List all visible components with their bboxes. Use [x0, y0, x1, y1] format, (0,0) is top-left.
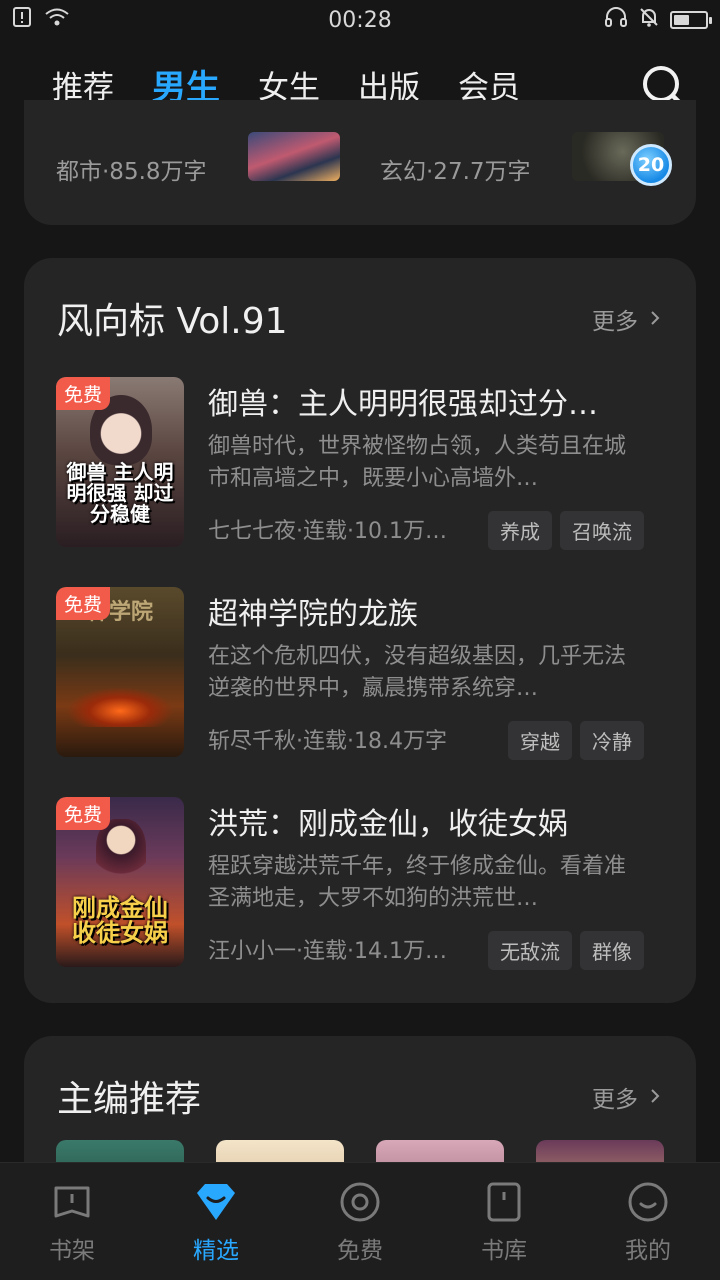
cover-title: 刚成金仙 收徒女娲 [72, 892, 168, 947]
book-cover: 刚成金仙 收徒女娲 免费 [56, 797, 184, 967]
nav-label: 我的 [625, 1238, 671, 1264]
tag[interactable]: 穿越 [508, 721, 572, 760]
book-open-icon [54, 1186, 90, 1218]
section-title: 风向标 Vol.91 [57, 301, 288, 342]
wifi-icon [44, 7, 70, 33]
rank-badge: 20 [630, 144, 672, 186]
more-label: 更多 [592, 309, 638, 335]
nav-featured[interactable]: 精选 [144, 1163, 288, 1280]
tag-list: 穿越 冷静 [508, 721, 644, 760]
list-item[interactable]: 神学院 免费 超神学院的龙族 在这个危机四伏，没有超级基因，几乎无法逆袭的世界中… [56, 587, 666, 760]
section-title: 主编推荐 [57, 1079, 202, 1120]
mute-bell-icon [638, 6, 660, 34]
bottom-navigation: 书架 精选 免费 书库 我的 [0, 1162, 720, 1280]
book-meta: 七七七夜·连载·10.1万… [208, 519, 447, 544]
free-badge: 免费 [56, 797, 111, 830]
tag[interactable]: 群像 [580, 931, 644, 970]
more-link[interactable]: 更多 [592, 302, 660, 336]
list-item[interactable]: 刚成金仙 收徒女娲 免费 洪荒：刚成金仙，收徒女娲 程跃穿越洪荒千年，终于修成金… [56, 797, 666, 970]
book-cover: 御兽 主人明明很强 却过分稳健 免费 [56, 377, 184, 547]
tag[interactable]: 召唤流 [560, 511, 644, 550]
free-badge: 免费 [56, 587, 111, 620]
nav-label: 免费 [337, 1238, 383, 1264]
status-bar: 00:28 [0, 0, 720, 40]
more-label: 更多 [592, 1087, 638, 1113]
book-title: 御兽：主人明明很强却过分… [208, 387, 598, 422]
book-icon [487, 1182, 521, 1222]
nav-label: 书架 [49, 1238, 95, 1264]
book-title: 超神学院的龙族 [208, 597, 418, 632]
chevron-right-icon [650, 1084, 660, 1110]
book-description: 程跃穿越洪荒千年，终于修成金仙。看着准圣满地走，大罗不如狗的洪荒世… [208, 854, 627, 911]
nav-bookshelf[interactable]: 书架 [0, 1163, 144, 1280]
tag-list: 无敌流 群像 [488, 931, 644, 970]
nav-profile[interactable]: 我的 [576, 1163, 720, 1280]
book-cover: 神学院 免费 [56, 587, 184, 757]
sim-alert-icon [12, 6, 34, 34]
headset-icon [604, 6, 628, 34]
ranking-card: 都市·85.8万字 玄幻·27.7万字 20 [24, 100, 696, 225]
chevron-right-icon [650, 306, 660, 332]
book-title: 洪荒：刚成金仙，收徒女娲 [208, 807, 568, 842]
list-item[interactable]: 御兽 主人明明很强 却过分稳健 免费 御兽：主人明明很强却过分… 御兽时代，世界… [56, 377, 666, 550]
trend-section: 风向标 Vol.91 更多 御兽 主人明明很强 却过分稳健 免费 御兽：主人明明… [24, 258, 696, 1003]
tag[interactable]: 冷静 [580, 721, 644, 760]
book-meta: 斩尽千秋·连载·18.4万字 [208, 729, 447, 754]
diamond-icon [197, 1184, 235, 1220]
book-description: 在这个危机四伏，没有超级基因，几乎无法逆袭的世界中，嬴晨携带系统穿… [208, 644, 627, 701]
nav-label: 书库 [481, 1238, 527, 1264]
target-icon [340, 1182, 380, 1222]
battery-icon [670, 11, 712, 29]
cover-title: 御兽 主人明明很强 却过分稳健 [66, 460, 174, 526]
free-badge: 免费 [56, 377, 111, 410]
book-cover[interactable] [248, 132, 340, 181]
book-meta: 汪小小一·连载·14.1万… [208, 939, 447, 964]
nav-label: 精选 [193, 1238, 239, 1264]
smile-icon [628, 1182, 668, 1222]
nav-library[interactable]: 书库 [432, 1163, 576, 1280]
book-meta: 都市·85.8万字 [56, 159, 207, 185]
tag-list: 养成 召唤流 [488, 511, 644, 550]
book-description: 御兽时代，世界被怪物占领，人类苟且在城市和高墙之中，既要小心高墙外… [208, 434, 627, 491]
tag[interactable]: 养成 [488, 511, 552, 550]
book-meta: 玄幻·27.7万字 [380, 159, 531, 185]
more-link[interactable]: 更多 [592, 1080, 660, 1114]
nav-free[interactable]: 免费 [288, 1163, 432, 1280]
tag[interactable]: 无敌流 [488, 931, 572, 970]
